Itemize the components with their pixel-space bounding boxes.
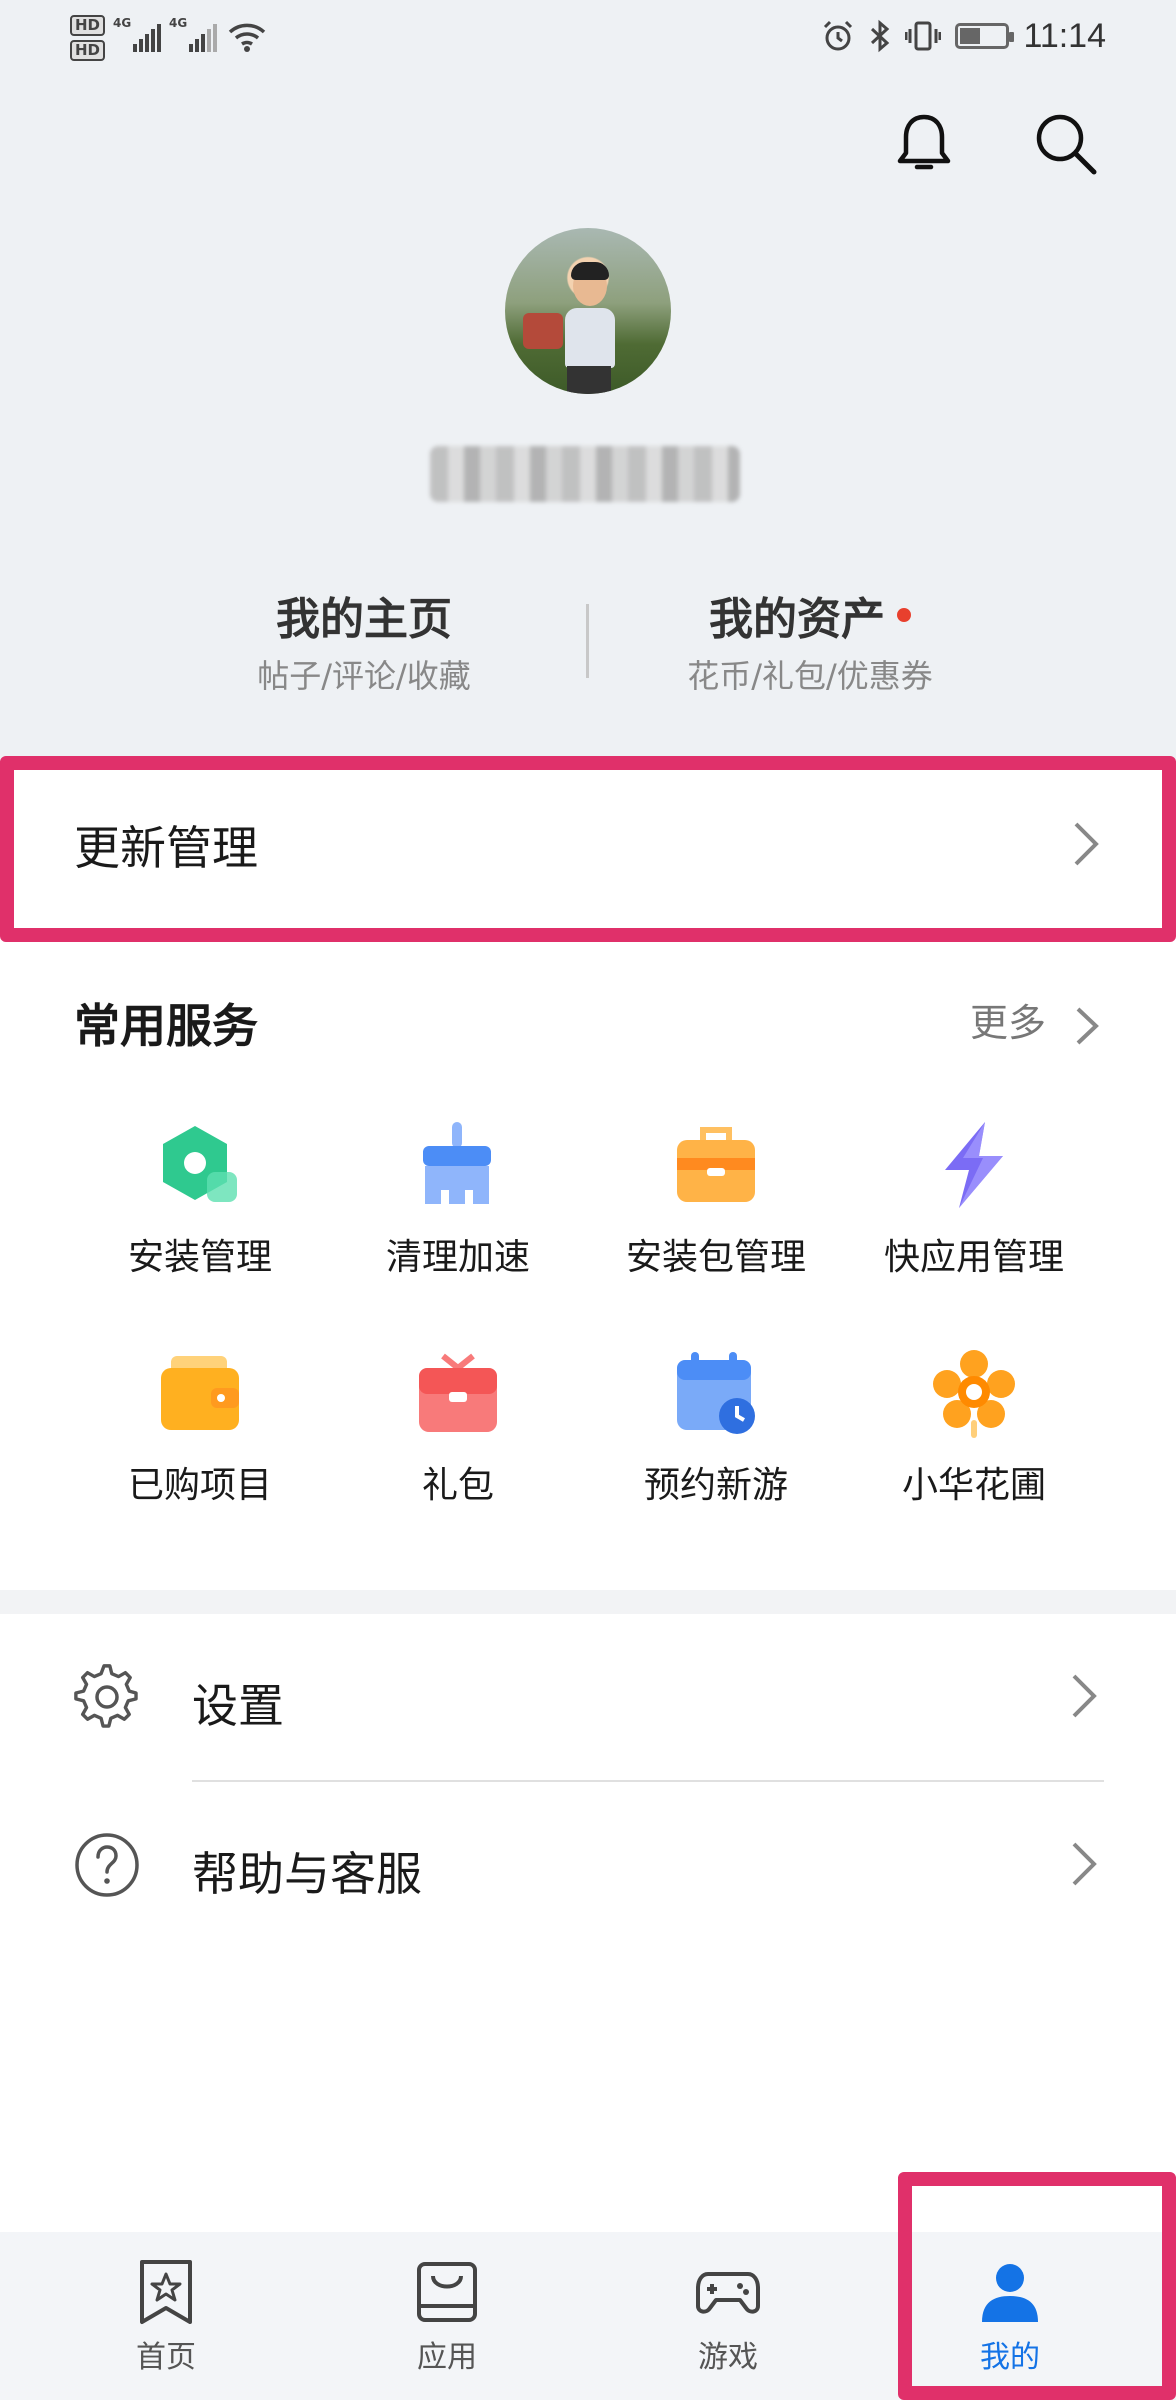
vibrate-icon	[905, 21, 942, 51]
search-icon	[1036, 114, 1097, 175]
status-bar: HD HD 4G 4G 11:14	[0, 0, 1176, 72]
calendar-clock-icon	[677, 1352, 755, 1434]
my-assets-link[interactable]: 我的资产 花币/礼包/优惠券	[660, 590, 960, 700]
service-install-manage[interactable]: 安装管理	[90, 1120, 310, 1282]
notification-button[interactable]	[884, 104, 964, 184]
gift-icon	[419, 1353, 497, 1432]
bluetooth-icon	[871, 19, 890, 53]
help-service-row[interactable]: 帮助与客服	[0, 1790, 1176, 1940]
signal2-icon: 4G	[169, 16, 218, 52]
avatar[interactable]	[505, 228, 671, 394]
service-purchased[interactable]: 已购项目	[90, 1348, 310, 1510]
service-gift[interactable]: 礼包	[348, 1348, 568, 1510]
broom-icon	[423, 1122, 491, 1204]
service-label: 清理加速	[385, 1237, 530, 1278]
my-assets-subtitle: 花币/礼包/优惠券	[687, 657, 933, 695]
signal1-icon: 4G	[113, 16, 162, 52]
service-label: 预约新游	[643, 1465, 788, 1506]
nav-games[interactable]: 游戏	[608, 2232, 848, 2400]
section-separator	[0, 1590, 1176, 1614]
settings-row[interactable]: 设置	[0, 1622, 1176, 1772]
service-label: 安装管理	[127, 1237, 272, 1278]
flower-icon	[933, 1350, 1015, 1438]
hd1-badge: HD	[70, 15, 106, 36]
hd2-badge: HD	[70, 40, 106, 61]
gear-icon	[74, 1664, 138, 1728]
my-assets-title: 我的资产	[709, 594, 885, 645]
gamepad-icon	[696, 2272, 760, 2314]
my-homepage-title: 我的主页	[276, 594, 452, 645]
clock: 11:14	[1023, 16, 1106, 55]
service-reserve-game[interactable]: 预约新游	[606, 1348, 826, 1510]
chevron-right-icon	[1064, 1666, 1104, 1726]
net2-label: 4G	[169, 16, 188, 30]
nav-games-label: 游戏	[698, 2340, 758, 2375]
status-left: HD HD 4G 4G	[70, 8, 267, 68]
wallet-icon	[161, 1356, 239, 1430]
home-star-icon	[140, 2260, 192, 2324]
stats-divider	[586, 604, 589, 678]
nav-apps-label: 应用	[417, 2340, 477, 2375]
install-manage-icon	[163, 1126, 237, 1202]
service-flower-garden[interactable]: 小华花圃	[864, 1348, 1084, 1510]
service-quick-app-manage[interactable]: 快应用管理	[864, 1120, 1084, 1282]
services-title: 常用服务	[74, 999, 258, 1053]
alarm-icon	[824, 20, 853, 51]
service-clean-boost[interactable]: 清理加速	[348, 1120, 568, 1282]
service-label: 已购项目	[127, 1465, 272, 1506]
net1-label: 4G	[113, 16, 132, 30]
hd-indicators: HD HD	[70, 15, 106, 61]
nav-home-label: 首页	[136, 2340, 196, 2375]
nav-apps[interactable]: 应用	[327, 2232, 567, 2400]
help-icon	[75, 1833, 139, 1897]
help-service-label: 帮助与客服	[192, 1847, 422, 1901]
services-more-link[interactable]: 更多	[970, 992, 1100, 1047]
services-more-label: 更多	[970, 1001, 1047, 1045]
nav-mine-highlight	[898, 2172, 1176, 2400]
service-label: 安装包管理	[625, 1237, 806, 1278]
service-label: 礼包	[421, 1465, 494, 1506]
package-icon	[677, 1127, 755, 1202]
bell-icon	[897, 114, 951, 170]
search-button[interactable]	[1026, 104, 1106, 184]
chevron-right-icon	[1076, 1007, 1100, 1044]
app-bag-icon	[417, 2262, 477, 2322]
service-label: 小华花圃	[901, 1465, 1046, 1506]
wifi-icon	[228, 23, 266, 52]
service-label: 快应用管理	[883, 1237, 1064, 1278]
settings-label: 设置	[192, 1679, 284, 1733]
my-homepage-subtitle: 帖子/评论/收藏	[257, 657, 471, 695]
status-right: 11:14	[821, 14, 1106, 58]
username-blurred[interactable]	[430, 446, 740, 502]
chevron-right-icon	[1064, 1834, 1104, 1894]
row-divider	[192, 1780, 1104, 1782]
lightning-icon	[945, 1122, 1003, 1208]
nav-home[interactable]: 首页	[46, 2232, 286, 2400]
assets-notification-dot	[897, 608, 911, 622]
my-homepage-link[interactable]: 我的主页 帖子/评论/收藏	[214, 590, 514, 700]
update-management-highlight	[0, 756, 1176, 942]
service-package-manage[interactable]: 安装包管理	[606, 1120, 826, 1282]
battery-icon	[955, 23, 1015, 49]
